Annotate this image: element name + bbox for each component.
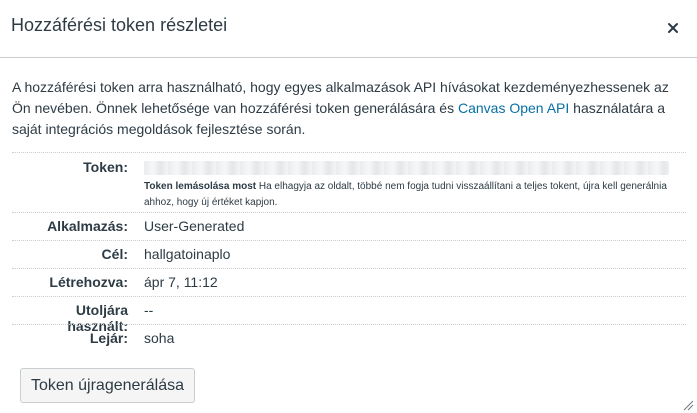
regenerate-token-button[interactable]: Token újragenerálása	[20, 368, 195, 403]
table-row-token: Token: Token lemásolása most Ha elhagyja…	[12, 152, 686, 212]
close-icon	[668, 23, 678, 33]
canvas-open-api-link[interactable]: Canvas Open API	[458, 100, 569, 116]
resize-grip-icon	[683, 400, 694, 411]
row-label: Alkalmazás:	[47, 218, 128, 234]
intro-text: A hozzáférési token arra használható, ho…	[12, 77, 682, 140]
token-details-dialog: Hozzáférési token részletei A hozzáférés…	[0, 0, 697, 413]
row-value: User-Generated	[144, 218, 245, 234]
table-row-app: Alkalmazás: User-Generated	[12, 212, 686, 240]
table-row-created: Létrehozva: ápr 7, 11:12	[12, 268, 686, 296]
dialog-header: Hozzáférési token részletei	[0, 0, 697, 58]
close-button[interactable]	[663, 18, 683, 38]
token-details-table: Token: Token lemásolása most Ha elhagyja…	[12, 152, 686, 352]
row-value: ápr 7, 11:12	[144, 274, 218, 290]
row-label: Lejár:	[89, 330, 128, 346]
token-note-bold: Token lemásolása most	[144, 181, 257, 192]
row-value: hallgatoinaplo	[144, 246, 231, 262]
table-row-expires: Lejár: soha	[12, 324, 686, 352]
dialog-title: Hozzáférési token részletei	[11, 15, 228, 35]
row-value: soha	[144, 330, 175, 346]
table-row-purpose: Cél: hallgatoinaplo	[12, 240, 686, 268]
row-label: Létrehozva:	[49, 274, 128, 290]
row-label: Token:	[83, 159, 128, 175]
token-value-obscured[interactable]	[144, 161, 669, 175]
row-value: --	[144, 302, 154, 318]
token-copy-note: Token lemásolása most Ha elhagyja az old…	[144, 179, 674, 211]
resize-handle[interactable]	[682, 398, 694, 411]
table-row-last-used: Utoljára használt: --	[12, 296, 686, 334]
row-label: Cél:	[101, 246, 128, 262]
